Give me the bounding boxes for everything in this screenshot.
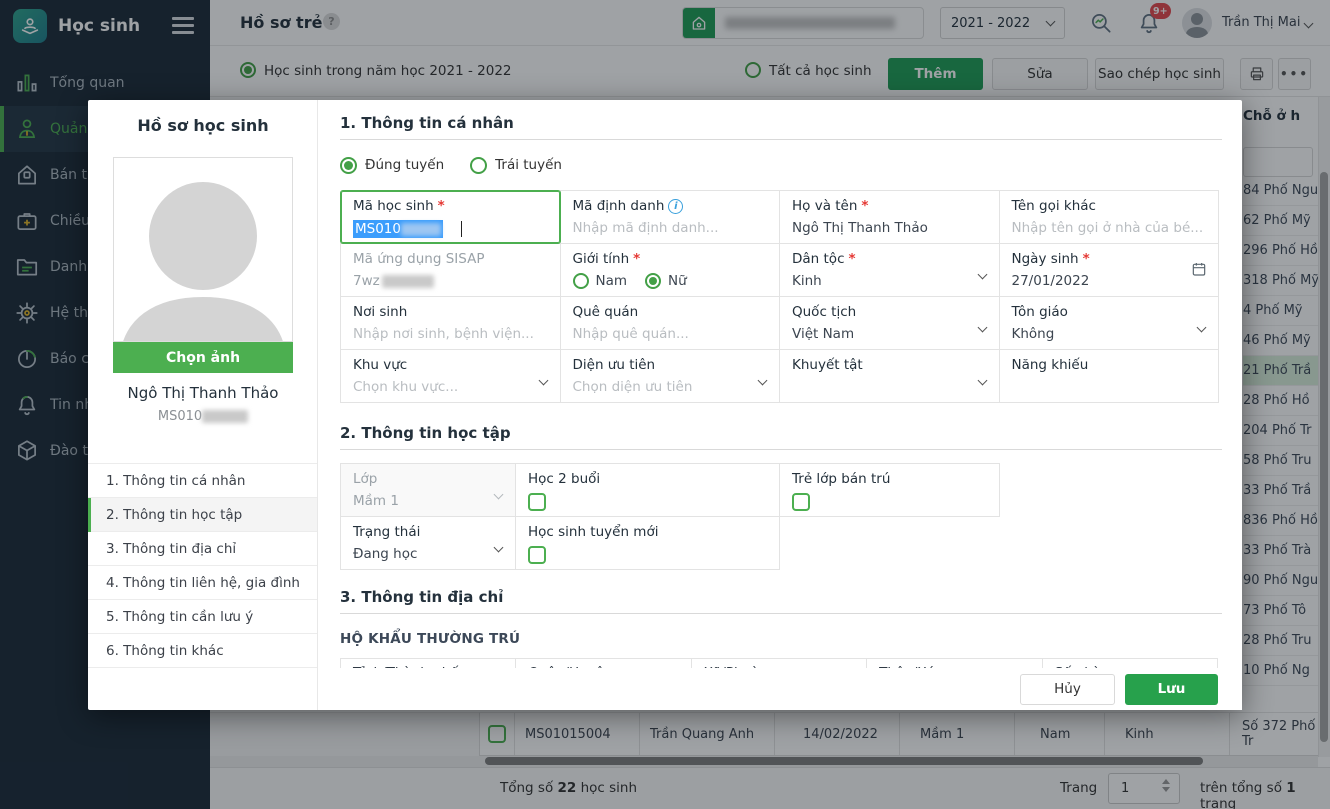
modal-section-nav: 1. Thông tin cá nhân 2. Thông tin học tậ… [88,463,317,668]
cancel-button[interactable]: Hủy [1020,674,1115,705]
radio-dung-tuyen[interactable] [340,157,357,174]
field-full-name[interactable]: Họ và tên* Ngô Thị Thanh Thảo [779,190,1000,244]
col-district: Quận/Huyện [515,658,691,668]
enrollment-radio-group: Đúng tuyến Trái tuyến [340,153,1222,177]
student-photo-placeholder [113,157,293,342]
student-code: MS010 [88,409,318,424]
field-nickname[interactable]: Tên gọi khác Nhập tên gọi ở nhà của bé..… [999,190,1220,244]
col-ward: Xã/Phường [691,658,867,668]
nav-item-other-info[interactable]: 6. Thông tin khác [88,634,317,668]
study-info-grid: Lớp Mầm 1 Học 2 buổi Trẻ lớp bán trú [340,463,1222,570]
field-student-code[interactable]: Mã học sinh* MS010 [340,190,561,244]
radio-trai-tuyen[interactable] [470,157,487,174]
col-house-number: Số nhà [1042,658,1218,668]
modal-form-area: 1. Thông tin cá nhân Đúng tuyến Trái tuy… [318,100,1242,668]
field-new-enrollee[interactable]: Học sinh tuyển mới [515,516,780,570]
field-sisap-code: Mã ứng dụng SISAP 7wz [340,243,561,297]
field-home-town[interactable]: Quê quán Nhập quê quán... [560,296,781,350]
section2-title: 2. Thông tin học tập [340,424,1222,450]
radio-nam[interactable] [573,273,589,289]
field-disability[interactable]: Khuyết tật [779,349,1000,403]
text-cursor [461,221,463,237]
field-identity-code[interactable]: Mã định danhi Nhập mã định danh... [560,190,781,244]
app-screen: Học sinh Tổng quan Quản [0,0,1330,809]
permanent-residence-subtitle: HỘ KHẨU THƯỜNG TRÚ [340,631,1222,647]
nav-item-family-contact-info[interactable]: 4. Thông tin liên hệ, gia đình [88,566,317,600]
radio-nu[interactable] [645,273,661,289]
student-profile-modal: Hồ sơ học sinh Chọn ảnh Ngô Thị Thanh Th… [88,100,1242,710]
chevron-down-icon [977,376,987,386]
personal-info-grid: Mã học sinh* MS010 Mã định danhi Nhập mã… [340,190,1222,403]
field-priority[interactable]: Diện ưu tiên Chọn diện ưu tiên [560,349,781,403]
field-class: Lớp Mầm 1 [340,463,516,517]
address-table-header: Tỉnh/Thành phố Quận/Huyện Xã/Phường Thôn… [340,658,1222,668]
modal-title: Hồ sơ học sinh [88,116,318,135]
boarding-checkbox[interactable] [792,493,810,511]
nav-item-address-info[interactable]: 3. Thông tin địa chỉ [88,532,317,566]
section1-title: 1. Thông tin cá nhân [340,114,1222,140]
field-two-sessions[interactable]: Học 2 buổi [515,463,780,517]
field-nationality[interactable]: Quốc tịch Việt Nam [779,296,1000,350]
section3-title: 3. Thông tin địa chỉ [340,588,1222,614]
info-icon[interactable]: i [668,199,683,214]
field-talent[interactable]: Năng khiếu [999,349,1220,403]
calendar-icon[interactable] [1191,261,1207,281]
field-ethnicity[interactable]: Dân tộc* Kinh [779,243,1000,297]
student-name: Ngô Thị Thanh Thảo [88,384,318,402]
nav-item-study-info[interactable]: 2. Thông tin học tập [88,498,317,532]
two-sessions-checkbox[interactable] [528,493,546,511]
field-status[interactable]: Trạng thái Đang học [340,516,516,570]
save-button[interactable]: Lưu [1125,674,1218,705]
nav-item-personal-info[interactable]: 1. Thông tin cá nhân [88,464,317,498]
modal-footer: Hủy Lưu [318,668,1242,710]
modal-left-panel: Hồ sơ học sinh Chọn ảnh Ngô Thị Thanh Th… [88,100,318,710]
field-area[interactable]: Khu vực Chọn khu vực... [340,349,561,403]
field-birth-place[interactable]: Nơi sinh Nhập nơi sinh, bệnh viện... [340,296,561,350]
new-enrollee-checkbox[interactable] [528,546,546,564]
nav-item-notes-info[interactable]: 5. Thông tin cần lưu ý [88,600,317,634]
field-gender[interactable]: Giới tính* Nam Nữ [560,243,781,297]
field-boarding[interactable]: Trẻ lớp bán trú [779,463,1000,517]
col-province: Tỉnh/Thành phố [340,658,516,668]
field-religion[interactable]: Tôn giáo Không [999,296,1220,350]
col-hamlet: Thôn/Xóm [866,658,1042,668]
field-birth-date[interactable]: Ngày sinh* 27/01/2022 [999,243,1220,297]
choose-photo-button[interactable]: Chọn ảnh [113,342,293,373]
